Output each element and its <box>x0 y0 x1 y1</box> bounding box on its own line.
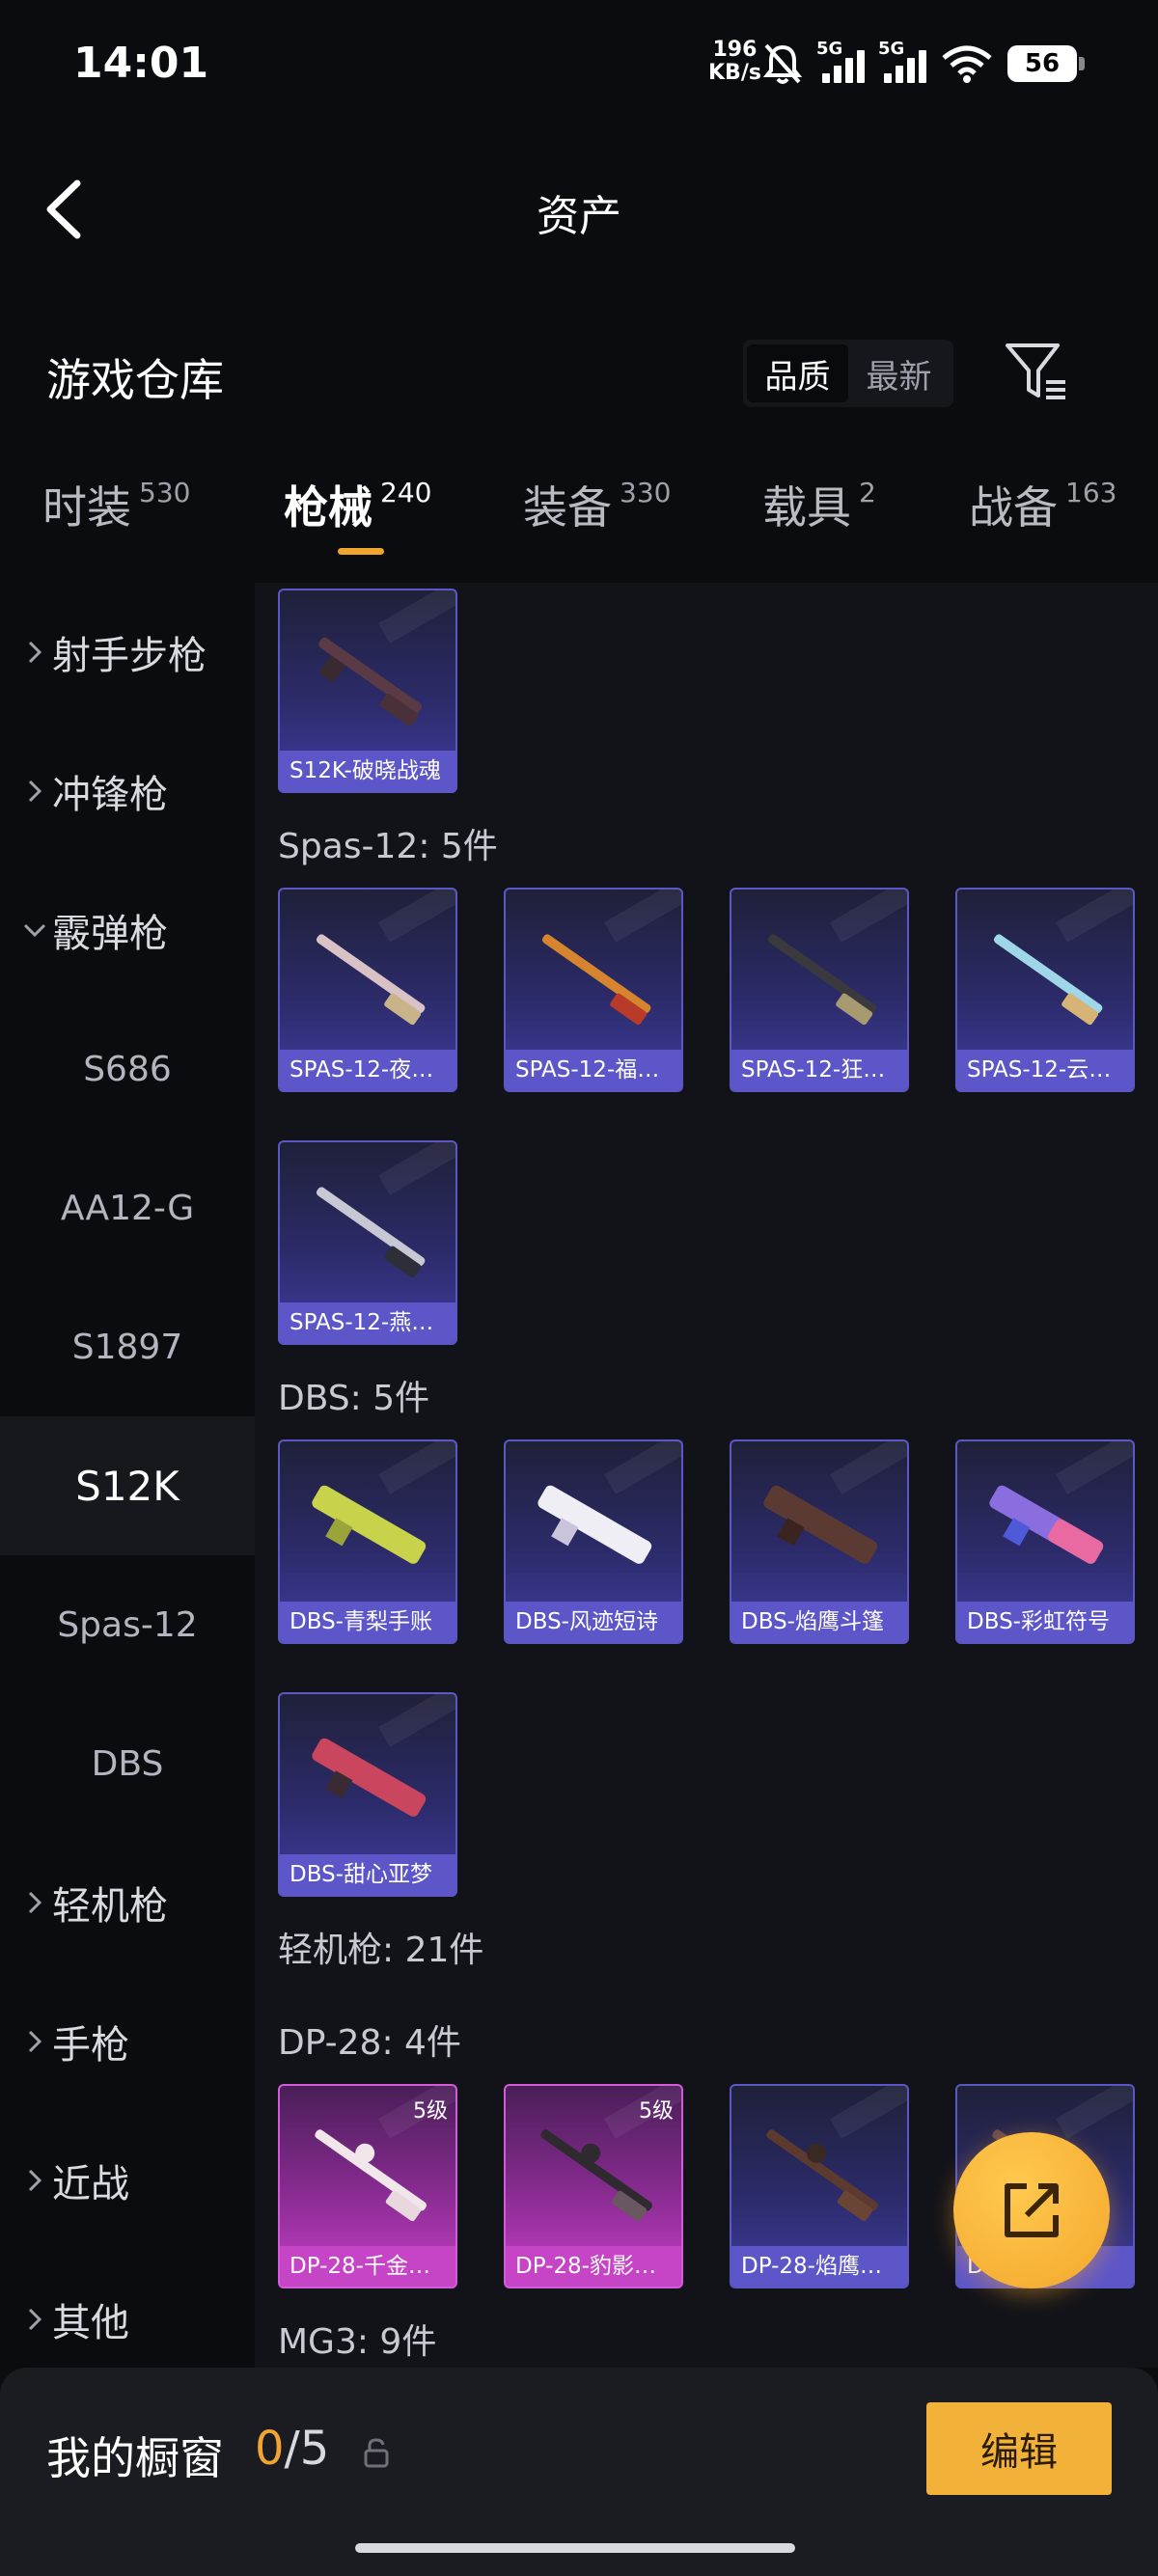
share-external-icon <box>1005 2183 1059 2237</box>
sidebar-subitem-s686[interactable]: S686 <box>0 1000 255 1138</box>
weapon-skin-card[interactable]: SPAS-12-福… <box>504 888 683 1092</box>
chevron-right-icon <box>17 1890 52 1915</box>
shotgun-icon <box>541 934 651 1026</box>
shotgun-icon <box>318 637 423 726</box>
bell-muted-icon <box>762 43 803 84</box>
group-title-dp28: DP-28: 4件 <box>278 2023 461 2063</box>
battery-icon: 56 <box>1007 45 1085 82</box>
sidebar-subitem-aa12g[interactable]: AA12-G <box>0 1138 255 1277</box>
weapon-skin-card[interactable]: S12K-破晓战魂 <box>278 589 457 793</box>
sort-quality-button[interactable]: 品质 <box>747 344 848 402</box>
sidebar-subitem-s1897[interactable]: S1897 <box>0 1277 255 1416</box>
weapon-skin-card[interactable]: SPAS-12-狂… <box>730 888 909 1092</box>
wifi-icon <box>942 45 992 83</box>
sidebar-item-lmg[interactable]: 轻机枪 <box>0 1833 255 1972</box>
showcase-count: 0/5 <box>255 2422 330 2476</box>
sort-newest-button[interactable]: 最新 <box>848 344 950 402</box>
weapon-category-sidebar: 射手步枪 冲锋枪 霰弹枪 S686 AA12-G S1897 S12K Spas… <box>0 583 255 2368</box>
sidebar-item-marksman-rifle[interactable]: 射手步枪 <box>0 583 255 722</box>
machine-gun-icon <box>315 2129 427 2222</box>
weapon-skin-card[interactable]: SPAS-12-燕… <box>278 1140 457 1345</box>
chevron-right-icon <box>17 779 52 804</box>
sidebar-item-melee[interactable]: 近战 <box>0 2111 255 2250</box>
edit-button[interactable]: 编辑 <box>926 2402 1112 2495</box>
weapon-skin-grid: S12K-破晓战魂 Spas-12: 5件 SPAS-12-夜… SPAS-12… <box>255 583 1158 2368</box>
sidebar-item-pistol[interactable]: 手枪 <box>0 1972 255 2111</box>
filter-icon[interactable] <box>1004 342 1069 401</box>
chevron-right-icon <box>17 2029 52 2054</box>
group-title-lmg: 轻机枪: 21件 <box>278 1931 484 1970</box>
weapon-skin-card[interactable]: 5级 DP-28-豹影… <box>504 2084 683 2288</box>
weapon-skin-card[interactable]: SPAS-12-云… <box>955 888 1135 1092</box>
weapon-skin-card[interactable]: DBS-甜心亚梦 <box>278 1692 457 1897</box>
tab-gear[interactable]: 战备 163 <box>969 473 1117 536</box>
status-icons: 5G 5G 56 <box>762 37 1085 91</box>
clock: 14:01 <box>73 39 209 88</box>
group-title-spas12: Spas-12: 5件 <box>278 827 498 866</box>
chevron-right-icon <box>17 640 52 665</box>
sidebar-subitem-dbs[interactable]: DBS <box>0 1694 255 1833</box>
home-indicator[interactable] <box>355 2543 795 2553</box>
showcase-title: 我的橱窗 <box>46 2432 224 2484</box>
chevron-down-icon <box>17 922 52 938</box>
weapon-skin-card[interactable]: DBS-焰鹰斗篷 <box>730 1439 909 1644</box>
weapon-skin-card[interactable]: DBS-彩虹符号 <box>955 1439 1135 1644</box>
share-button[interactable] <box>953 2132 1110 2288</box>
shotgun-icon <box>316 934 426 1026</box>
sidebar-subitem-s12k[interactable]: S12K <box>0 1416 255 1555</box>
sort-toggle: 品质 最新 <box>743 340 953 407</box>
shotgun-icon <box>767 934 877 1026</box>
chevron-right-icon <box>17 2307 52 2332</box>
signal-icon: 5G <box>816 39 865 83</box>
sidebar-item-smg[interactable]: 冲锋枪 <box>0 722 255 861</box>
active-tab-indicator <box>338 548 384 555</box>
weapon-skin-card[interactable]: SPAS-12-夜… <box>278 888 457 1092</box>
shotgun-icon <box>989 1485 1104 1564</box>
tab-equipment[interactable]: 装备 330 <box>523 473 671 536</box>
machine-gun-icon <box>540 2129 652 2222</box>
weapon-skin-card[interactable]: DBS-风迹短诗 <box>504 1439 683 1644</box>
shotgun-icon <box>312 1485 427 1564</box>
weapon-skin-card[interactable]: DP-28-焰鹰… <box>730 2084 909 2288</box>
network-speed: 196 KB/s <box>708 38 761 85</box>
category-tabs: 时装 530 枪械 240 装备 330 载具 2 战备 163 <box>0 473 1158 560</box>
weapon-skin-card[interactable]: 5级 DP-28-千金… <box>278 2084 457 2288</box>
shotgun-icon <box>763 1485 878 1564</box>
group-title-mg3: MG3: 9件 <box>278 2322 437 2362</box>
shotgun-icon <box>993 934 1103 1026</box>
lock-icon <box>364 2438 389 2468</box>
tab-firearms[interactable]: 枪械 240 <box>284 473 431 536</box>
page-title: 资产 <box>537 192 621 241</box>
group-title-dbs: DBS: 5件 <box>278 1379 430 1418</box>
chevron-right-icon <box>17 2168 52 2193</box>
shotgun-icon <box>538 1485 652 1564</box>
sidebar-subitem-spas12[interactable]: Spas-12 <box>0 1555 255 1694</box>
section-title: 游戏仓库 <box>46 354 224 406</box>
status-bar: 14:01 196 KB/s 5G 5G 56 <box>0 0 1158 125</box>
shotgun-icon <box>316 1187 426 1278</box>
weapon-skin-card[interactable]: DBS-青梨手账 <box>278 1439 457 1644</box>
sidebar-item-shotgun[interactable]: 霰弹枪 <box>0 861 255 1000</box>
tab-vehicles[interactable]: 载具 2 <box>762 473 876 536</box>
shotgun-icon <box>312 1738 427 1817</box>
machine-gun-icon <box>766 2129 878 2222</box>
tab-fashion[interactable]: 时装 530 <box>42 473 190 536</box>
signal-icon: 5G <box>878 39 926 83</box>
